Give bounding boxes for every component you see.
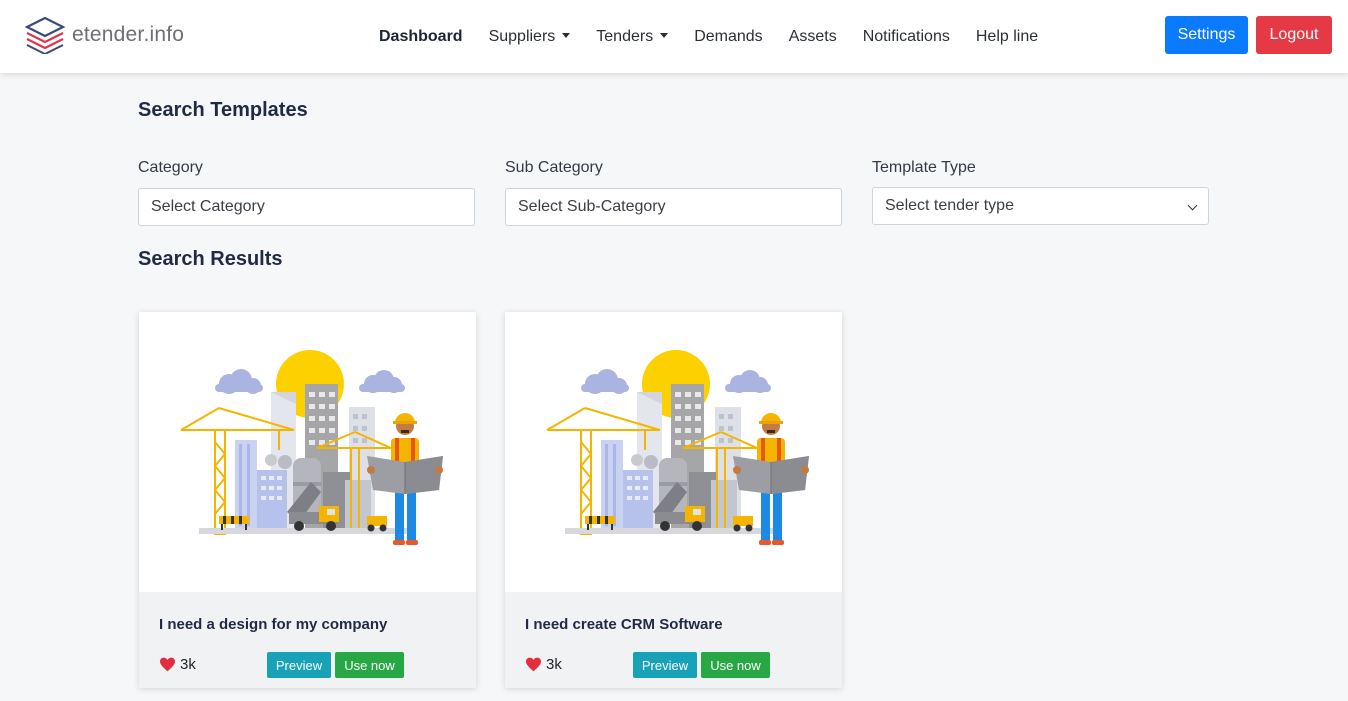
construction-illustration-icon [546, 349, 810, 546]
card-title: I need create CRM Software [525, 616, 723, 633]
nav-dashboard-label: Dashboard [379, 27, 463, 45]
heart-icon [160, 657, 175, 672]
likes-count[interactable]: 3k [159, 656, 196, 673]
category-value: Select Category [151, 198, 265, 215]
nav-assets-label: Assets [788, 27, 837, 45]
heart-icon [526, 657, 541, 672]
layers-logo-icon [24, 16, 66, 54]
use-now-button[interactable]: Use now [701, 652, 770, 678]
preview-button[interactable]: Preview [633, 652, 697, 678]
nav-assets[interactable]: Assets [776, 28, 850, 46]
caret-down-icon [660, 33, 669, 38]
nav-notifications[interactable]: Notifications [850, 28, 963, 46]
card-title: I need a design for my company [159, 616, 388, 633]
template-type-select[interactable]: Select tender type [872, 187, 1209, 225]
search-templates-heading: Search Templates [138, 99, 308, 121]
template-card: I need create CRM Software 3k Preview Us… [505, 312, 842, 688]
category-input[interactable]: Select Category [138, 188, 475, 226]
top-navbar: etender.info Dashboard Suppliers Tenders… [0, 0, 1348, 73]
category-label: Category [138, 159, 203, 176]
settings-button[interactable]: Settings [1165, 16, 1248, 54]
construction-illustration-icon [180, 349, 444, 546]
template-card: I need a design for my company 3k Previe… [139, 312, 476, 688]
sub-category-value: Select Sub-Category [518, 198, 666, 215]
likes-value: 3k [546, 656, 562, 673]
search-results-heading: Search Results [138, 248, 283, 270]
nav-notifications-label: Notifications [862, 27, 950, 45]
main-nav: Dashboard Suppliers Tenders Demands Asse… [366, 0, 1051, 73]
sub-category-input[interactable]: Select Sub-Category [505, 188, 842, 226]
nav-tenders[interactable]: Tenders [583, 28, 681, 46]
card-image [159, 332, 459, 572]
nav-help-line[interactable]: Help line [963, 28, 1051, 46]
logout-button[interactable]: Logout [1256, 16, 1332, 54]
brand-logo[interactable]: etender.info [24, 15, 184, 55]
nav-demands[interactable]: Demands [681, 28, 775, 46]
template-type-value: Select tender type [885, 197, 1014, 214]
caret-down-icon [562, 33, 571, 38]
likes-value: 3k [180, 656, 196, 673]
preview-button[interactable]: Preview [267, 652, 331, 678]
nav-dashboard[interactable]: Dashboard [366, 28, 476, 46]
brand-name: etender.info [72, 23, 185, 46]
card-image [525, 332, 825, 572]
likes-count[interactable]: 3k [525, 656, 562, 673]
nav-help-line-label: Help line [975, 27, 1039, 45]
nav-suppliers-label: Suppliers [488, 27, 556, 45]
sub-category-label: Sub Category [505, 159, 603, 176]
nav-demands-label: Demands [694, 27, 763, 45]
chevron-down-icon [1187, 200, 1198, 211]
nav-tenders-label: Tenders [596, 27, 654, 45]
nav-suppliers[interactable]: Suppliers [476, 28, 584, 46]
template-type-label: Template Type [872, 159, 976, 176]
use-now-button[interactable]: Use now [335, 652, 404, 678]
